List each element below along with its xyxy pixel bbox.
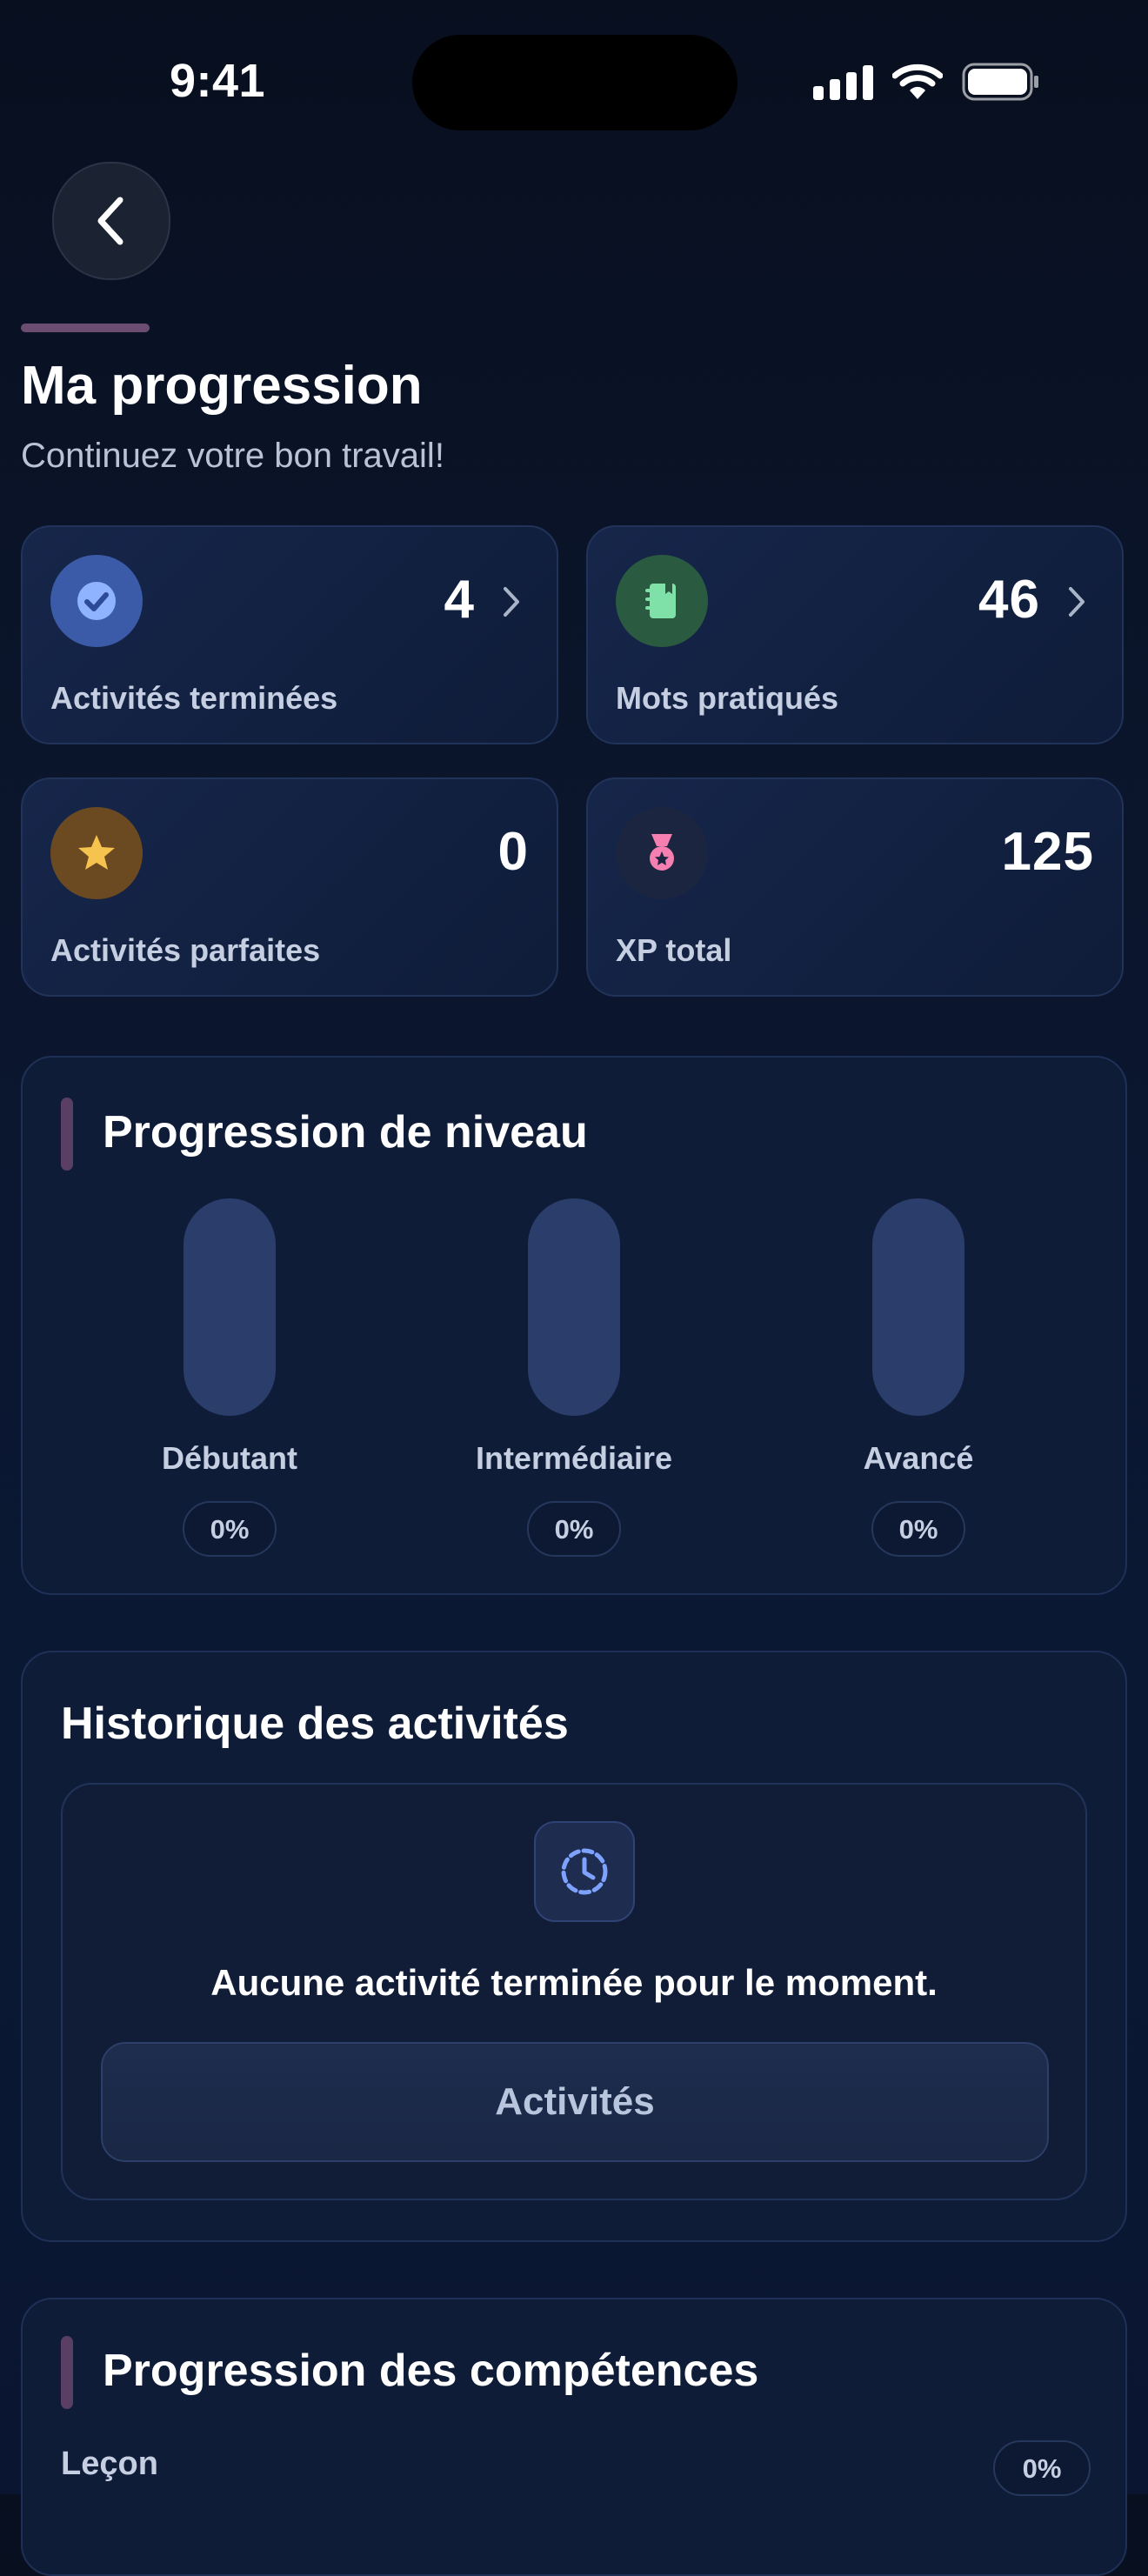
stat-card-activities-completed[interactable]: 4 Activités terminées (21, 525, 558, 744)
section-title: Progression des compétences (103, 2346, 759, 2396)
status-time: 9:41 (169, 55, 266, 107)
stat-value: 125 (1001, 822, 1094, 882)
activity-history-panel: Historique des activités Aucune activité… (21, 1651, 1127, 2242)
check-circle-icon (50, 555, 143, 647)
stat-card-perfect-activities[interactable]: 0 Activités parfaites (21, 777, 558, 997)
stat-label: Mots pratiqués (616, 680, 839, 716)
level-bar (528, 1198, 620, 1416)
signal-icon (813, 63, 873, 100)
section-title: Progression de niveau (103, 1107, 588, 1158)
notebook-icon (616, 555, 708, 647)
chevron-right-icon (1069, 587, 1085, 617)
chevron-right-icon (504, 587, 519, 617)
level-label: Débutant (162, 1440, 297, 1476)
wifi-icon (892, 63, 943, 99)
status-icons (813, 63, 1040, 101)
section-marker (61, 2336, 73, 2409)
page-subtitle: Continuez votre bon travail! (21, 437, 444, 475)
level-bar (184, 1198, 276, 1416)
empty-state-text: Aucune activité terminée pour le moment. (210, 1962, 938, 2003)
stat-card-words-practiced[interactable]: 46 Mots pratiqués (586, 525, 1124, 744)
dynamic-island (412, 35, 738, 130)
empty-state: Aucune activité terminée pour le moment.… (61, 1783, 1087, 2200)
chevron-left-icon (97, 197, 123, 245)
skills-progress-panel: Progression des compétences Leçon 0% (21, 2298, 1127, 2576)
clock-history-icon (534, 1821, 635, 1922)
level-label: Avancé (863, 1440, 974, 1476)
section-title: Historique des activités (61, 1698, 569, 1749)
level-bar (872, 1198, 964, 1416)
stat-value: 0 (497, 822, 529, 882)
battery-icon (962, 63, 1038, 101)
stat-value: 46 (978, 570, 1040, 630)
page-title: Ma progression (21, 356, 423, 416)
level-label: Intermédiaire (475, 1440, 673, 1476)
level-percent-badge: 0% (183, 1501, 277, 1557)
stat-card-total-xp[interactable]: 125 XP total (586, 777, 1124, 997)
activities-button[interactable]: Activités (101, 2042, 1049, 2162)
level-percent-badge: 0% (871, 1501, 965, 1557)
stat-label: Activités terminées (50, 680, 338, 716)
back-button[interactable] (52, 162, 170, 280)
medal-icon (616, 807, 708, 899)
star-icon (50, 807, 143, 899)
title-accent-bar (21, 324, 150, 332)
skill-row-label: Leçon (61, 2446, 158, 2482)
stat-value: 4 (444, 570, 475, 630)
stat-label: XP total (616, 932, 732, 968)
stat-label: Activités parfaites (50, 932, 321, 968)
level-percent-badge: 0% (527, 1501, 621, 1557)
section-marker (61, 1098, 73, 1171)
level-progress-panel: Progression de niveau Débutant 0% Interm… (21, 1056, 1127, 1595)
skill-percent-badge: 0% (993, 2440, 1091, 2496)
